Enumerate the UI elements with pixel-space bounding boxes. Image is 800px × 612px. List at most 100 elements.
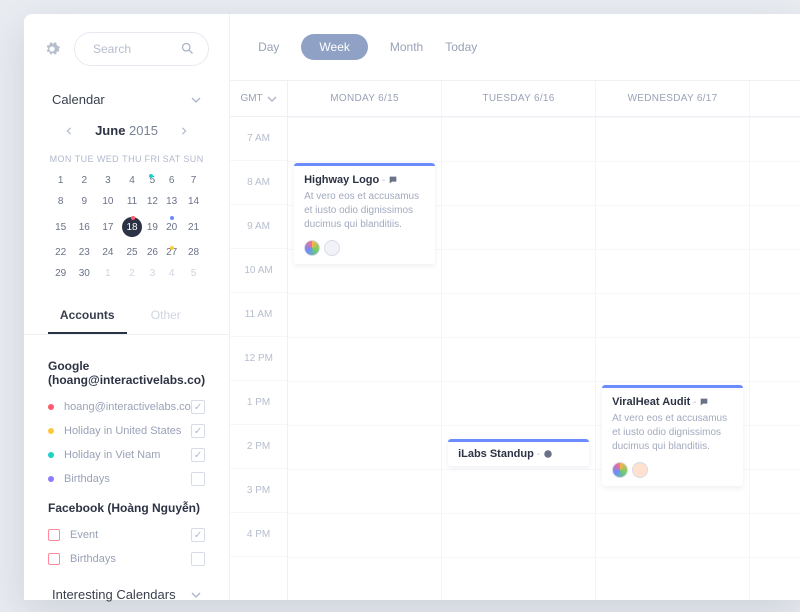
weekday-head: SAT	[161, 148, 182, 170]
mini-day[interactable]: 1	[95, 263, 120, 284]
mini-day[interactable]: 14	[182, 191, 205, 212]
mini-day[interactable]: 5	[182, 263, 205, 284]
account-tabs: Accounts Other	[24, 298, 229, 335]
mini-day[interactable]: 2	[121, 263, 144, 284]
mini-day[interactable]: 19	[143, 212, 161, 242]
view-week[interactable]: Week	[301, 34, 367, 60]
view-month[interactable]: Month	[390, 40, 423, 54]
hour-label: 1 PM	[230, 381, 287, 425]
mini-day[interactable]: 29	[48, 263, 73, 284]
mini-day[interactable]: 21	[182, 212, 205, 242]
mini-day[interactable]: 23	[73, 242, 95, 263]
checkbox[interactable]	[191, 424, 205, 438]
calendar-source-row[interactable]: Birthdays	[48, 547, 205, 571]
mini-day[interactable]: 15	[48, 212, 73, 242]
calendar-source-label: hoang@interactivelabs.co	[64, 401, 191, 413]
hour-label: 12 PM	[230, 337, 287, 381]
prev-month-icon[interactable]	[65, 127, 73, 135]
calendar-label: Calendar	[52, 92, 105, 107]
chat-icon	[699, 397, 709, 407]
checkbox[interactable]	[191, 400, 205, 414]
tab-accounts[interactable]: Accounts	[48, 298, 127, 334]
weekday-head: WED	[95, 148, 120, 170]
day-header: TUESDAY 6/16	[442, 81, 596, 116]
mini-calendar: MONTUEWEDTHUFRISATSUN1234567891011121314…	[24, 148, 229, 298]
day-column[interactable]: ViralHeat Audit - At vero eos et accusam…	[596, 117, 750, 600]
mini-day[interactable]: 12	[143, 191, 161, 212]
mini-day[interactable]: 16	[73, 212, 95, 242]
calendar-grid: 7 AM8 AM9 AM10 AM11 AM12 PM1 PM2 PM3 PM4…	[230, 117, 800, 600]
month-nav: June 2015	[24, 117, 229, 148]
day-header: WEDNESDAY 6/17	[596, 81, 750, 116]
weekday-head: SUN	[182, 148, 205, 170]
checkbox[interactable]	[191, 472, 205, 486]
calendar-source-row[interactable]: Birthdays	[48, 467, 205, 491]
mini-day[interactable]: 6	[161, 170, 182, 191]
event-viralheat-audit[interactable]: ViralHeat Audit - At vero eos et accusam…	[602, 385, 743, 486]
mini-day[interactable]: 3	[143, 263, 161, 284]
mini-day[interactable]: 27	[161, 242, 182, 263]
sidebar-top	[24, 14, 229, 80]
mini-day[interactable]: 26	[143, 242, 161, 263]
mini-day[interactable]: 9	[73, 191, 95, 212]
avatar	[304, 240, 320, 256]
tab-other[interactable]: Other	[127, 298, 206, 334]
view-day[interactable]: Day	[258, 40, 279, 54]
mini-day[interactable]: 4	[161, 263, 182, 284]
checkbox[interactable]	[191, 552, 205, 566]
interesting-calendars-toggle[interactable]: Interesting Calendars	[24, 575, 229, 612]
mini-day[interactable]: 22	[48, 242, 73, 263]
calendar-source-row[interactable]: hoang@interactivelabs.co	[48, 395, 205, 419]
gear-icon[interactable]	[44, 41, 60, 57]
mini-day[interactable]: 17	[95, 212, 120, 242]
mini-day[interactable]: 8	[48, 191, 73, 212]
mini-day[interactable]: 7	[182, 170, 205, 191]
event-ilabs-standup[interactable]: iLabs Standup -	[448, 439, 589, 466]
view-today[interactable]: Today	[445, 40, 477, 54]
mini-day[interactable]: 13	[161, 191, 182, 212]
mini-day[interactable]: 18	[121, 212, 144, 242]
calendar-section-toggle[interactable]: Calendar	[24, 80, 229, 117]
hour-label: 11 AM	[230, 293, 287, 337]
mini-day[interactable]: 2	[73, 170, 95, 191]
mini-day[interactable]: 24	[95, 242, 120, 263]
calendar-source-row[interactable]: Holiday in United States	[48, 419, 205, 443]
day-column[interactable]: iLabs Standup -	[442, 117, 596, 600]
facebook-account-title: Facebook (Hoàng Nguyễn)	[48, 501, 205, 515]
mini-day[interactable]: 10	[95, 191, 120, 212]
mini-day[interactable]: 4	[121, 170, 144, 191]
timezone-picker[interactable]: GMT	[230, 81, 288, 116]
search-wrap	[74, 32, 209, 66]
chevron-down-icon	[191, 590, 201, 600]
search-icon[interactable]	[180, 41, 195, 56]
calendar-source-label: Holiday in Viet Nam	[64, 449, 191, 461]
color-dot	[48, 452, 54, 458]
mini-day[interactable]: 11	[121, 191, 144, 212]
weekday-head: THU	[121, 148, 144, 170]
weekday-head: FRI	[143, 148, 161, 170]
next-month-icon[interactable]	[180, 127, 188, 135]
mini-day[interactable]: 30	[73, 263, 95, 284]
mini-day[interactable]: 28	[182, 242, 205, 263]
calendar-source-row[interactable]: Event	[48, 523, 205, 547]
hour-label: 3 PM	[230, 469, 287, 513]
mini-day[interactable]: 20	[161, 212, 182, 242]
calendar-source-row[interactable]: Holiday in Viet Nam	[48, 443, 205, 467]
google-account-title: Google (hoang@interactivelabs.co)	[48, 359, 205, 387]
hour-label: 7 AM	[230, 117, 287, 161]
checkbox[interactable]	[191, 448, 205, 462]
weekday-head: MON	[48, 148, 73, 170]
checkbox[interactable]	[191, 528, 205, 542]
avatar	[324, 240, 340, 256]
mini-day[interactable]: 25	[121, 242, 144, 263]
mini-day[interactable]: 1	[48, 170, 73, 191]
calendar-source-label: Holiday in United States	[64, 425, 191, 437]
mini-day[interactable]: 3	[95, 170, 120, 191]
day-column[interactable]: Highway Logo - At vero eos et accusamus …	[288, 117, 442, 600]
mini-day[interactable]: 5	[143, 170, 161, 191]
chevron-down-icon	[191, 95, 201, 105]
event-highway-logo[interactable]: Highway Logo - At vero eos et accusamus …	[294, 163, 435, 264]
calendar-icon	[48, 553, 60, 565]
day-column[interactable]: C A di di bl	[750, 117, 800, 600]
color-dot	[48, 404, 54, 410]
